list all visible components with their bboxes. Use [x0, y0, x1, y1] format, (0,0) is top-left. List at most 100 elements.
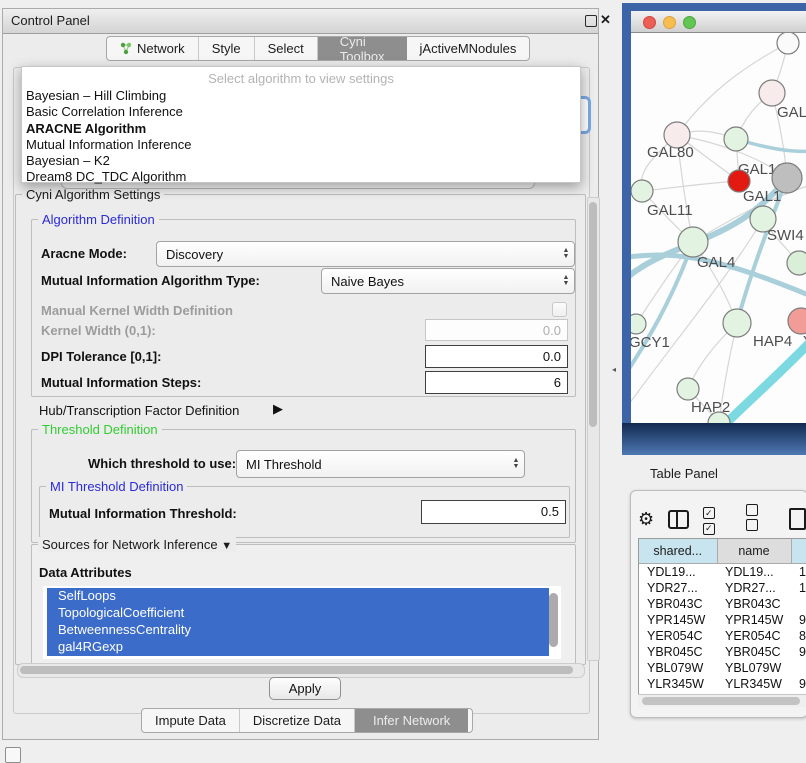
mi-type-value: Naive Bayes — [322, 274, 558, 289]
which-threshold-label: Which threshold to use: — [88, 456, 236, 471]
mi-threshold-input[interactable]: 0.5 — [421, 500, 566, 524]
table-row[interactable]: YBR045CYBR045C9. — [639, 644, 806, 660]
kernel-width-input[interactable]: 0.0 — [425, 319, 568, 341]
minimize-traffic-light-icon[interactable] — [663, 16, 676, 29]
kernel-width-label: Kernel Width (0,1): — [41, 323, 156, 338]
data-attribute-item[interactable]: SelfLoops — [47, 588, 549, 605]
dpi-tolerance-input[interactable]: 0.0 — [425, 345, 568, 368]
algorithm-dropdown-prompt: Select algorithm to view settings — [22, 71, 580, 88]
horizontal-scrollbar-thumb[interactable] — [20, 666, 573, 674]
data-attribute-item[interactable]: gal4RGexp — [47, 639, 549, 656]
node-table[interactable]: shared... name A YDL19...YDL19...13YDR27… — [638, 538, 806, 697]
network-node[interactable] — [677, 378, 699, 400]
attribute-list-scrollbar[interactable] — [549, 593, 558, 647]
network-window-frame — [622, 423, 806, 455]
gear-icon[interactable]: ⚙ — [638, 509, 654, 530]
manual-kernel-label: Manual Kernel Width Definition — [41, 303, 233, 318]
algorithm-option[interactable]: Dream8 DC_TDC Algorithm — [22, 169, 580, 185]
algorithm-option[interactable]: ARACNE Algorithm — [22, 121, 580, 137]
float-window-icon[interactable] — [585, 15, 597, 27]
data-attributes-list[interactable]: SelfLoopsTopologicalCoefficientBetweenne… — [43, 586, 561, 659]
network-window-titlebar[interactable] — [631, 11, 806, 33]
column-header-cut[interactable]: A — [791, 539, 806, 564]
horizontal-scrollbar-track[interactable] — [17, 663, 585, 678]
apply-button[interactable]: Apply — [269, 677, 341, 700]
deselect-all-icon[interactable] — [746, 504, 775, 534]
data-attribute-item[interactable]: BetweennessCentrality — [47, 622, 549, 639]
network-node[interactable] — [787, 251, 806, 275]
function-builder-icon[interactable] — [789, 508, 806, 530]
tab-label: Select — [268, 41, 304, 56]
tab-select[interactable]: Select — [255, 37, 318, 60]
minimized-panel-icon[interactable] — [5, 747, 21, 763]
close-icon[interactable]: ✕ — [600, 12, 611, 28]
tab-label: Style — [212, 41, 241, 56]
network-node[interactable] — [788, 308, 806, 334]
expand-right-icon[interactable]: ▶ — [273, 401, 283, 417]
control-panel-titlebar[interactable]: Control Panel ✕ — [3, 9, 598, 34]
mi-threshold-label: Mutual Information Threshold: — [49, 506, 237, 521]
tab-style[interactable]: Style — [199, 37, 255, 60]
aracne-mode-select[interactable]: Discovery ▲▼ — [156, 241, 575, 267]
algorithm-option[interactable]: Basic Correlation Inference — [22, 104, 580, 120]
mi-steps-label: Mutual Information Steps: — [41, 375, 201, 390]
algorithm-option[interactable]: Mutual Information Inference — [22, 137, 580, 153]
tab-jactivemnodules[interactable]: jActiveMNodules — [407, 37, 530, 60]
tab-infer-network[interactable]: Infer Network — [355, 709, 468, 732]
mi-steps-input[interactable]: 6 — [425, 371, 568, 394]
table-row[interactable]: YBL079WYBL079W — [639, 660, 806, 676]
vertical-scrollbar-thumb[interactable] — [589, 202, 597, 427]
network-node[interactable] — [678, 227, 708, 257]
table-row[interactable]: YDR27...YDR27...12 — [639, 580, 806, 596]
table-row[interactable]: YPR145WYPR145W9. — [639, 612, 806, 628]
table-cell: YER054C — [717, 628, 791, 644]
tab-cyni-toolbox[interactable]: Cyni Toolbox — [318, 37, 407, 60]
mi-type-select[interactable]: Naive Bayes ▲▼ — [321, 268, 575, 294]
data-attributes-label: Data Attributes — [39, 565, 132, 580]
network-node-label: GCY1 — [631, 334, 670, 351]
table-row[interactable]: YBR043CYBR043C — [639, 596, 806, 612]
table-cell: 9. — [791, 676, 806, 692]
tab-label: Discretize Data — [253, 713, 341, 728]
column-header-shared-name[interactable]: shared... — [639, 539, 717, 564]
tab-impute-data[interactable]: Impute Data — [142, 709, 240, 732]
vertical-scrollbar-track[interactable] — [587, 197, 600, 661]
table-row[interactable]: YLR345WYLR345W9. — [639, 676, 806, 692]
close-traffic-light-icon[interactable] — [643, 16, 656, 29]
table-cell: YBL079W — [639, 660, 717, 676]
table-hscrollbar-thumb[interactable] — [642, 697, 800, 705]
control-panel-tabbar: Network Style Select Cyni Toolbox jActiv… — [106, 36, 530, 61]
manual-kernel-checkbox[interactable] — [552, 302, 567, 317]
network-node[interactable] — [777, 33, 799, 54]
network-node[interactable] — [631, 180, 653, 202]
algorithm-option[interactable]: Bayesian – Hill Climbing — [22, 88, 580, 104]
table-hscrollbar-track[interactable] — [638, 694, 806, 707]
network-window-frame — [622, 3, 631, 423]
table-row[interactable]: YDL19...YDL19...13 — [639, 564, 806, 581]
table-cell: YLR345W — [639, 676, 717, 692]
network-node[interactable] — [772, 163, 802, 193]
algorithm-option[interactable]: Bayesian – K2 — [22, 153, 580, 169]
table-row[interactable]: YER054CYER054C8. — [639, 628, 806, 644]
aracne-mode-value: Discovery — [157, 247, 558, 262]
algorithm-dropdown: Select algorithm to view settings Bayesi… — [21, 66, 581, 183]
stepper-icon: ▲▼ — [508, 458, 524, 470]
collapse-down-icon[interactable]: ▼ — [221, 540, 232, 552]
network-node[interactable] — [759, 80, 785, 106]
network-canvas[interactable]: GALGAL80GAL10GAL1GAL11SWI4GAL4GCY1HAP4YH… — [631, 33, 806, 423]
tab-discretize-data[interactable]: Discretize Data — [240, 709, 355, 732]
pane-collapse-icon[interactable]: ◂ — [612, 365, 616, 374]
network-node-label: GAL1 — [743, 188, 781, 205]
select-all-icon[interactable]: ✓✓ — [703, 504, 732, 535]
table-cell: YLR345W — [717, 676, 791, 692]
zoom-traffic-light-icon[interactable] — [683, 16, 696, 29]
column-header-name[interactable]: name — [717, 539, 791, 564]
which-threshold-select[interactable]: MI Threshold ▲▼ — [236, 450, 525, 478]
network-node[interactable] — [724, 127, 748, 151]
split-columns-icon[interactable] — [668, 510, 689, 529]
network-node[interactable] — [631, 314, 646, 334]
data-attribute-item[interactable]: TopologicalCoefficient — [47, 605, 549, 622]
tab-network[interactable]: Network — [107, 37, 199, 60]
table-cell: YBR045C — [639, 644, 717, 660]
network-node[interactable] — [723, 309, 751, 337]
